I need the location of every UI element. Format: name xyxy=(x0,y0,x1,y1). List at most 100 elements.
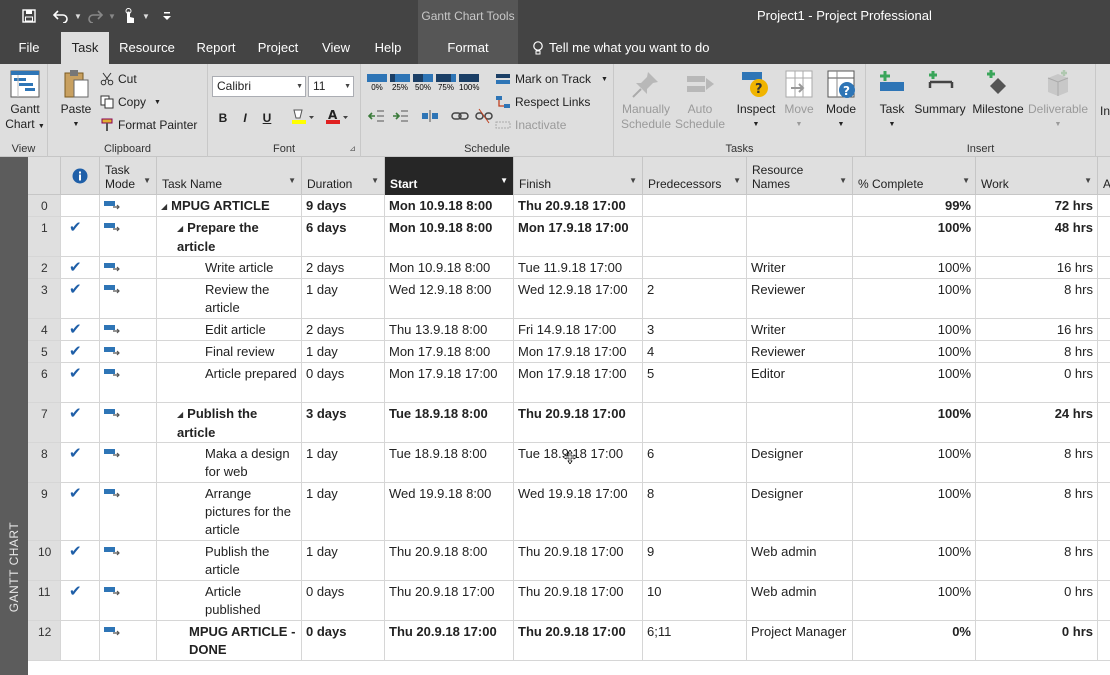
table-row[interactable]: 9 ✔ Arrange pictures for the article 1 day W… xyxy=(28,483,1110,541)
start-cell[interactable]: Mon 17.9.18 8:00 xyxy=(385,341,514,362)
row-id-cell[interactable]: 2 xyxy=(28,257,61,278)
percent-50-button[interactable]: 50% xyxy=(413,74,433,92)
predecessors-cell[interactable]: 8 xyxy=(643,483,747,540)
indicator-cell[interactable] xyxy=(61,621,100,660)
predecessors-cell[interactable]: 5 xyxy=(643,363,747,402)
next-column-cell[interactable] xyxy=(1098,363,1110,402)
resource-names-cell[interactable]: Editor xyxy=(747,363,853,402)
indicator-cell[interactable]: ✔ xyxy=(61,541,100,580)
start-cell[interactable]: Mon 10.9.18 8:00 xyxy=(385,257,514,278)
table-row[interactable]: 6 ✔ Article prepared 0 days Mon 17.9.18 17:0… xyxy=(28,363,1110,403)
duration-cell[interactable]: 6 days xyxy=(302,217,385,256)
duration-cell[interactable]: 1 day xyxy=(302,443,385,482)
pct-complete-cell[interactable]: 99% xyxy=(853,195,976,216)
touch-mode-icon[interactable] xyxy=(118,6,140,26)
indicator-cell[interactable]: ✔ xyxy=(61,217,100,256)
resource-names-cell[interactable]: Web admin xyxy=(747,581,853,620)
outdent-icon[interactable] xyxy=(367,108,385,124)
collapse-toggle-icon[interactable]: ◢ xyxy=(177,410,183,419)
row-id-cell[interactable]: 0 xyxy=(28,195,61,216)
duration-cell[interactable]: 1 day xyxy=(302,279,385,318)
row-id-cell[interactable]: 12 xyxy=(28,621,61,660)
predecessors-cell[interactable]: 6 xyxy=(643,443,747,482)
table-row[interactable]: 2 ✔ Write article 2 days Mon 10.9.18 8:00 Tue… xyxy=(28,257,1110,279)
task-name-cell[interactable]: MPUG ARTICLE - DONE xyxy=(157,621,302,660)
predecessors-cell[interactable]: 3 xyxy=(643,319,747,340)
start-cell[interactable]: Thu 20.9.18 17:00 xyxy=(385,581,514,620)
resource-names-cell[interactable] xyxy=(747,217,853,256)
pct-complete-cell[interactable]: 100% xyxy=(853,403,976,442)
row-id-cell[interactable]: 4 xyxy=(28,319,61,340)
row-id-cell[interactable]: 9 xyxy=(28,483,61,540)
start-cell[interactable]: Mon 10.9.18 8:00 xyxy=(385,217,514,256)
predecessors-cell[interactable]: 4 xyxy=(643,341,747,362)
resource-names-cell[interactable]: Reviewer xyxy=(747,279,853,318)
table-row[interactable]: 7 ✔ ◢ Publish the article 3 days Tue 18.9.18 … xyxy=(28,403,1110,443)
insert-task-dropdown-icon[interactable]: ▼ xyxy=(872,117,912,132)
manually-schedule-button[interactable]: Manually Schedule xyxy=(618,68,674,132)
task-name-cell[interactable]: Maka a design for web xyxy=(157,443,302,482)
pct-complete-header[interactable]: % Complete ▼ xyxy=(853,157,976,195)
start-cell[interactable]: Mon 17.9.18 17:00 xyxy=(385,363,514,402)
inspect-dropdown-icon[interactable]: ▼ xyxy=(732,117,780,132)
tab-help[interactable]: Help xyxy=(366,32,410,64)
start-cell[interactable]: Tue 18.9.18 8:00 xyxy=(385,443,514,482)
table-row[interactable]: 5 ✔ Final review 1 day Mon 17.9.18 8:00 Mon 1… xyxy=(28,341,1110,363)
indicator-cell[interactable] xyxy=(61,195,100,216)
duration-cell[interactable]: 3 days xyxy=(302,403,385,442)
predecessors-cell[interactable]: 6;11 xyxy=(643,621,747,660)
tell-me-search[interactable]: Tell me what you want to do xyxy=(530,32,710,64)
indicator-cell[interactable]: ✔ xyxy=(61,363,100,402)
finish-cell[interactable]: Thu 20.9.18 17:00 xyxy=(514,621,643,660)
tab-task[interactable]: Task xyxy=(61,32,109,65)
duration-cell[interactable]: 1 day xyxy=(302,541,385,580)
finish-cell[interactable]: Tue 18.9.18 17:00 xyxy=(514,443,643,482)
redo-icon[interactable] xyxy=(84,6,106,26)
next-column-cell[interactable] xyxy=(1098,217,1110,256)
indent-icon[interactable] xyxy=(391,108,409,124)
pct-complete-cell[interactable]: 100% xyxy=(853,363,976,402)
duration-cell[interactable]: 0 days xyxy=(302,581,385,620)
resource-names-cell[interactable]: Web admin xyxy=(747,541,853,580)
finish-cell[interactable]: Fri 14.9.18 17:00 xyxy=(514,319,643,340)
table-row[interactable]: 4 ✔ Edit article 2 days Thu 13.9.18 8:00 Fri … xyxy=(28,319,1110,341)
predecessors-cell[interactable]: 10 xyxy=(643,581,747,620)
task-mode-cell[interactable] xyxy=(100,541,157,580)
work-cell[interactable]: 0 hrs xyxy=(976,621,1098,660)
finish-cell[interactable]: Tue 11.9.18 17:00 xyxy=(514,257,643,278)
undo-dropdown-icon[interactable]: ▼ xyxy=(72,12,84,21)
pct-complete-cell[interactable]: 100% xyxy=(853,341,976,362)
copy-dropdown-icon[interactable]: ▼ xyxy=(154,99,161,106)
resource-names-cell[interactable]: Writer xyxy=(747,257,853,278)
duration-cell[interactable]: 1 day xyxy=(302,341,385,362)
collapse-toggle-icon[interactable]: ◢ xyxy=(161,202,167,211)
resource-names-cell[interactable] xyxy=(747,403,853,442)
inactivate-button[interactable]: Inactivate xyxy=(495,115,566,135)
resource-names-cell[interactable]: Designer xyxy=(747,483,853,540)
task-name-cell[interactable]: Write article xyxy=(157,257,302,278)
duration-cell[interactable]: 2 days xyxy=(302,319,385,340)
finish-cell[interactable]: Wed 12.9.18 17:00 xyxy=(514,279,643,318)
row-id-cell[interactable]: 3 xyxy=(28,279,61,318)
row-id-cell[interactable]: 8 xyxy=(28,443,61,482)
finish-cell[interactable]: Mon 17.9.18 17:00 xyxy=(514,341,643,362)
work-cell[interactable]: 8 hrs xyxy=(976,279,1098,318)
mode-dropdown-icon[interactable]: ▼ xyxy=(820,117,862,132)
pct-complete-cell[interactable]: 100% xyxy=(853,581,976,620)
task-mode-cell[interactable] xyxy=(100,195,157,216)
task-name-cell[interactable]: Publish the article xyxy=(157,541,302,580)
task-mode-cell[interactable] xyxy=(100,581,157,620)
next-column-cell[interactable] xyxy=(1098,257,1110,278)
task-mode-cell[interactable] xyxy=(100,403,157,442)
indicator-cell[interactable]: ✔ xyxy=(61,581,100,620)
pct-complete-cell[interactable]: 100% xyxy=(853,217,976,256)
insert-summary-button[interactable]: Summary xyxy=(912,68,968,117)
task-name-cell[interactable]: ◢ Prepare the article xyxy=(157,217,302,256)
row-id-cell[interactable]: 11 xyxy=(28,581,61,620)
underline-button[interactable]: U xyxy=(258,108,276,128)
pct-complete-cell[interactable]: 100% xyxy=(853,443,976,482)
tab-format[interactable]: Format xyxy=(418,32,518,64)
paste-button[interactable]: Paste ▼ xyxy=(56,68,96,132)
work-cell[interactable]: 8 hrs xyxy=(976,483,1098,540)
task-mode-cell[interactable] xyxy=(100,483,157,540)
